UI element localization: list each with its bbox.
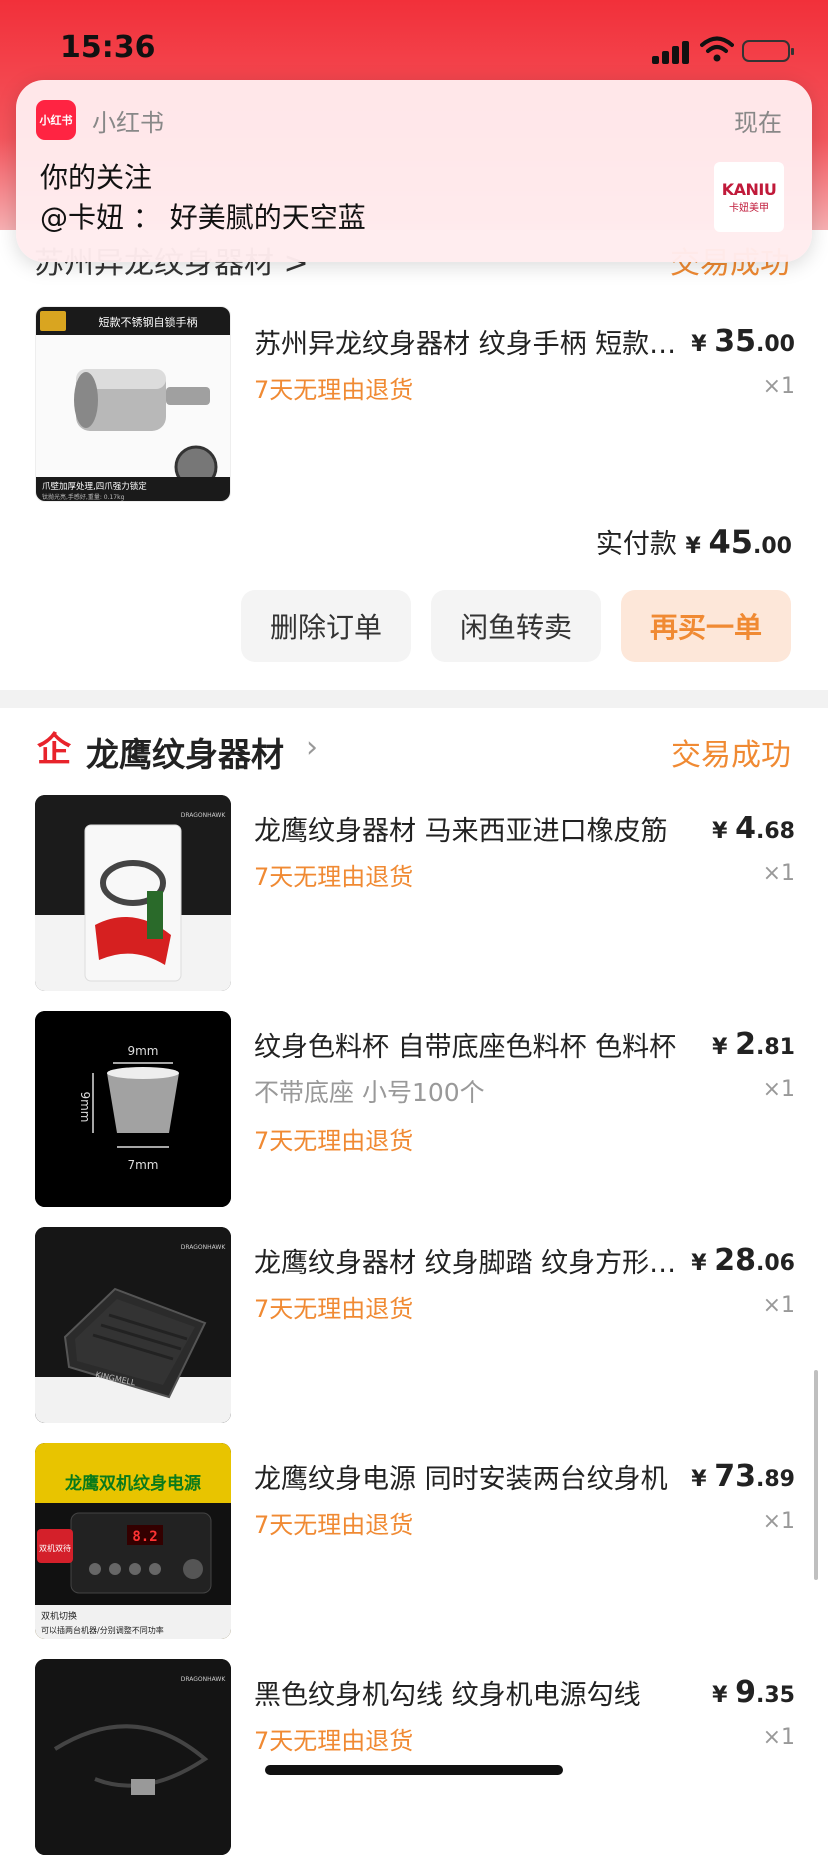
- xiaohongshu-app-icon: 小红书: [36, 100, 76, 140]
- product-title: 纹身色料杯 自带底座色料杯 色料杯: [254, 1032, 677, 1063]
- thumbnail-brand: KANIU: [721, 180, 777, 199]
- product-price: ¥ 2.81: [712, 1027, 795, 1062]
- svg-text:企: 企: [37, 730, 72, 768]
- dim-width: 9mm: [127, 1044, 158, 1058]
- dim-bottom: 7mm: [127, 1158, 158, 1172]
- product-title: 黑色纹身机勾线 纹身机电源勾线: [254, 1680, 641, 1711]
- refund-policy: 7天无理由退货: [254, 1511, 414, 1539]
- product-price: ¥ 9.35: [712, 1675, 795, 1710]
- product-price: ¥ 28.06: [691, 1243, 795, 1278]
- shop-name[interactable]: 龙鹰纹身器材: [86, 728, 284, 776]
- status-time: 15:36: [60, 30, 156, 65]
- thumb-caption-1: 双机切换: [41, 1610, 77, 1622]
- cellular-signal-icon: [652, 40, 690, 64]
- wifi-icon: [700, 36, 734, 62]
- notification-banner[interactable]: 小红书 小红书 现在 你的关注 @卡妞 ： 好美腻的天空蓝 KANIU 卡妞美甲: [16, 80, 812, 262]
- thumb-caption-top: 短款不锈钢自锁手柄: [99, 315, 198, 329]
- thumb-display: 8.2: [132, 1529, 157, 1545]
- brand-logo-text: DRAGONHAWK: [181, 1676, 227, 1683]
- brand-logo-text: DRAGONHAWK: [181, 812, 227, 819]
- refund-policy: 7天无理由退货: [254, 863, 414, 891]
- thumb-caption-2: 可以插两台机器/分别调整不同功率: [41, 1625, 164, 1635]
- scrollbar[interactable]: [814, 1370, 818, 1580]
- product-quantity: ×1: [762, 1509, 795, 1534]
- notification-app-name: 小红书: [92, 109, 164, 137]
- refund-policy: 7天无理由退货: [254, 1127, 414, 1155]
- battery-icon: [742, 40, 794, 62]
- product-thumbnail: 短款不锈钢自锁手柄 爪壁加厚处理,四爪强力锁定 钛抛光亮,手感好,重量: 0.1…: [35, 306, 231, 502]
- thumbnail-subtitle: 卡妞美甲: [729, 203, 769, 214]
- delete-order-button[interactable]: 删除订单: [241, 590, 411, 662]
- chevron-right-icon[interactable]: ›: [306, 730, 318, 765]
- notification-title: 你的关注: [40, 161, 153, 194]
- product-thumbnail: DRAGONHAWK: [35, 795, 231, 991]
- refund-policy: 7天无理由退货: [254, 1295, 414, 1323]
- product-price: ¥ 73.89: [691, 1459, 795, 1494]
- thumb-tag: 双机双待: [39, 1543, 71, 1553]
- product-title: 龙鹰纹身器材 纹身脚踏 纹身方形脚踏: [254, 1248, 694, 1279]
- product-thumbnail: DRAGONHAWK KINGMELL: [35, 1227, 231, 1423]
- thumb-caption-bottom: 爪壁加厚处理,四爪强力锁定: [42, 481, 147, 492]
- product-variant: 不带底座 小号100个: [254, 1078, 485, 1107]
- order-status: 交易成功: [671, 738, 791, 773]
- shop-header[interactable]: 企 龙鹰纹身器材 › 交易成功: [0, 720, 828, 780]
- paid-amount: 实付款 ¥ 45.00: [595, 523, 792, 561]
- product-price: ¥ 4.68: [712, 811, 795, 846]
- refund-policy: 7天无理由退货: [254, 1727, 414, 1755]
- home-indicator[interactable]: [265, 1765, 563, 1775]
- product-quantity: ×1: [762, 1077, 795, 1102]
- product-thumbnail: DRAGONHAWK: [35, 1659, 231, 1855]
- brand-logo-text: DRAGONHAWK: [181, 1244, 227, 1251]
- paid-label: 实付款: [595, 529, 677, 560]
- rebuy-button[interactable]: 再买一单: [621, 590, 791, 662]
- product-thumbnail: 9mm 9mm 7mm: [35, 1011, 231, 1207]
- notification-thumbnail: KANIU 卡妞美甲: [714, 162, 784, 232]
- product-quantity: ×1: [762, 861, 795, 886]
- product-quantity: ×1: [762, 1725, 795, 1750]
- product-title: 龙鹰纹身器材 马来西亚进口橡皮筋: [254, 816, 668, 847]
- product-title: 龙鹰纹身电源 同时安装两台纹身机: [254, 1464, 668, 1495]
- notification-body: @卡妞 ： 好美腻的天空蓝: [40, 201, 366, 234]
- xianyu-resell-button[interactable]: 闲鱼转卖: [431, 590, 601, 662]
- thumb-caption-tiny: 钛抛光亮,手感好,重量: 0.17kg: [42, 493, 125, 501]
- enterprise-shop-icon: 企: [37, 730, 72, 768]
- thumb-banner: 龙鹰双机纹身电源: [64, 1473, 201, 1494]
- order-divider: [0, 690, 828, 708]
- notification-time: 现在: [734, 109, 782, 137]
- product-quantity: ×1: [762, 374, 795, 399]
- product-thumbnail: 龙鹰双机纹身电源 8.2 双机双待 双机切换 可以插两台机器/分别调整不同功率: [35, 1443, 231, 1639]
- product-price: ¥ 35.00: [691, 324, 795, 359]
- product-quantity: ×1: [762, 1293, 795, 1318]
- dim-height: 9mm: [78, 1091, 92, 1122]
- product-title: 苏州异龙纹身器材 纹身手柄 短款不锈钢自锁: [254, 329, 694, 360]
- refund-policy: 7天无理由退货: [254, 376, 414, 404]
